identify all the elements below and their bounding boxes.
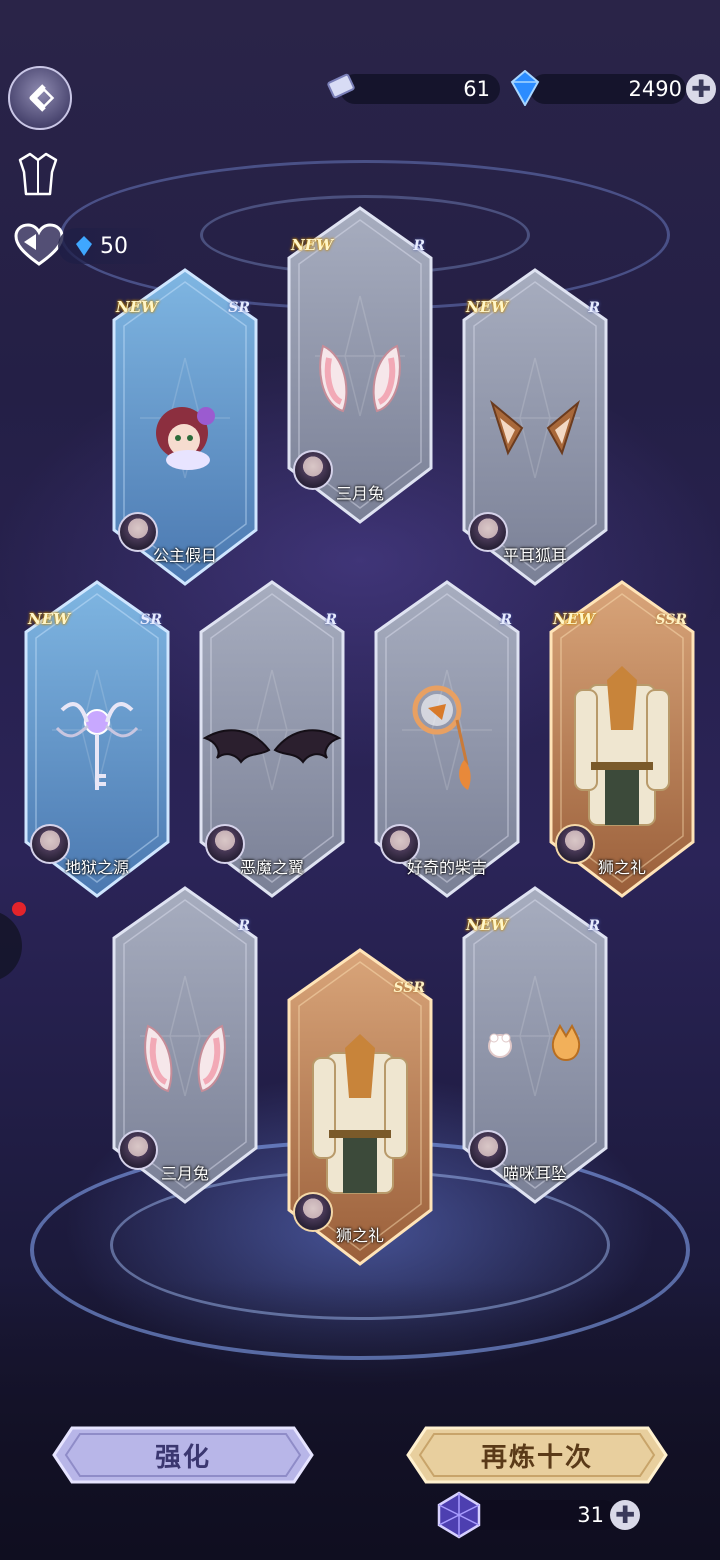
gem-counter: 2490 bbox=[530, 74, 686, 104]
rarity-badge: R bbox=[588, 918, 600, 934]
result-card[interactable]: R 好奇的柴吉 bbox=[372, 580, 522, 900]
new-badge: NEW bbox=[466, 298, 508, 316]
card-item-name: 三月兔 bbox=[335, 484, 384, 503]
plus-icon: ✚ bbox=[690, 75, 712, 103]
crystal-icon bbox=[437, 1491, 481, 1539]
outfit-icon[interactable] bbox=[16, 150, 60, 198]
card-item-name: 地狱之源 bbox=[64, 858, 129, 877]
result-card[interactable]: NEW R 喵咪耳坠 bbox=[460, 886, 610, 1206]
rarity-badge: R bbox=[500, 612, 512, 628]
rarity-badge: R bbox=[413, 238, 425, 254]
enhance-button[interactable]: 强化 bbox=[52, 1424, 314, 1486]
result-card[interactable]: R 恶魔之翼 bbox=[197, 580, 347, 900]
card-item-name: 狮之礼 bbox=[335, 1226, 384, 1245]
new-badge: NEW bbox=[553, 610, 595, 628]
card-item-name: 好奇的柴吉 bbox=[406, 858, 487, 877]
rarity-badge: SSR bbox=[393, 980, 425, 996]
crystal-counter: 31 bbox=[468, 1500, 618, 1530]
rarity-badge: R bbox=[588, 300, 600, 316]
rarity-badge: R bbox=[238, 918, 250, 934]
rarity-badge: R bbox=[325, 612, 337, 628]
card-item-name: 三月兔 bbox=[160, 1164, 209, 1183]
new-badge: NEW bbox=[116, 298, 158, 316]
refine-ten-label: 再炼十次 bbox=[480, 1442, 593, 1473]
gem-icon bbox=[76, 236, 92, 256]
heart-gem-counter: 50 bbox=[58, 228, 168, 264]
ticket-value: 61 bbox=[463, 77, 490, 101]
add-gem-button[interactable]: ✚ bbox=[686, 74, 716, 104]
result-card[interactable]: NEW SR 公主假日 bbox=[110, 268, 260, 588]
gem-value: 2490 bbox=[628, 77, 682, 101]
result-card[interactable]: NEW SSR 狮之礼 bbox=[547, 580, 697, 900]
side-drawer-tab[interactable] bbox=[0, 910, 22, 982]
back-icon bbox=[29, 84, 55, 112]
result-card[interactable]: NEW SR 地狱之源 bbox=[22, 580, 172, 900]
rarity-badge: SSR bbox=[655, 612, 687, 628]
ticket-counter: 61 bbox=[340, 74, 500, 104]
ticket-icon bbox=[327, 73, 355, 99]
card-item-name: 喵咪耳坠 bbox=[502, 1164, 567, 1183]
card-item-name: 狮之礼 bbox=[597, 858, 646, 877]
card-item-name: 恶魔之翼 bbox=[239, 858, 304, 877]
notification-dot bbox=[12, 902, 26, 916]
crystal-value: 31 bbox=[577, 1503, 604, 1527]
card-item-name: 平耳狐耳 bbox=[502, 546, 567, 565]
back-button[interactable] bbox=[8, 66, 72, 130]
new-badge: NEW bbox=[291, 236, 333, 254]
new-badge: NEW bbox=[28, 610, 70, 628]
gem-icon bbox=[510, 70, 540, 106]
enhance-label: 强化 bbox=[154, 1442, 211, 1473]
result-card[interactable]: NEW R 三月兔 bbox=[285, 206, 435, 526]
add-crystal-button[interactable]: ✚ bbox=[610, 1500, 640, 1530]
card-item-name: 公主假日 bbox=[152, 546, 217, 565]
result-card[interactable]: NEW R 平耳狐耳 bbox=[460, 268, 610, 588]
heart-gem-value: 50 bbox=[100, 233, 128, 259]
result-card[interactable]: SSR 狮之礼 bbox=[285, 948, 435, 1268]
rarity-badge: SR bbox=[140, 612, 162, 628]
refine-ten-button[interactable]: 再炼十次 bbox=[406, 1424, 668, 1486]
plus-icon: ✚ bbox=[614, 1501, 636, 1529]
new-badge: NEW bbox=[466, 916, 508, 934]
rarity-badge: SR bbox=[228, 300, 250, 316]
result-card[interactable]: R 三月兔 bbox=[110, 886, 260, 1206]
